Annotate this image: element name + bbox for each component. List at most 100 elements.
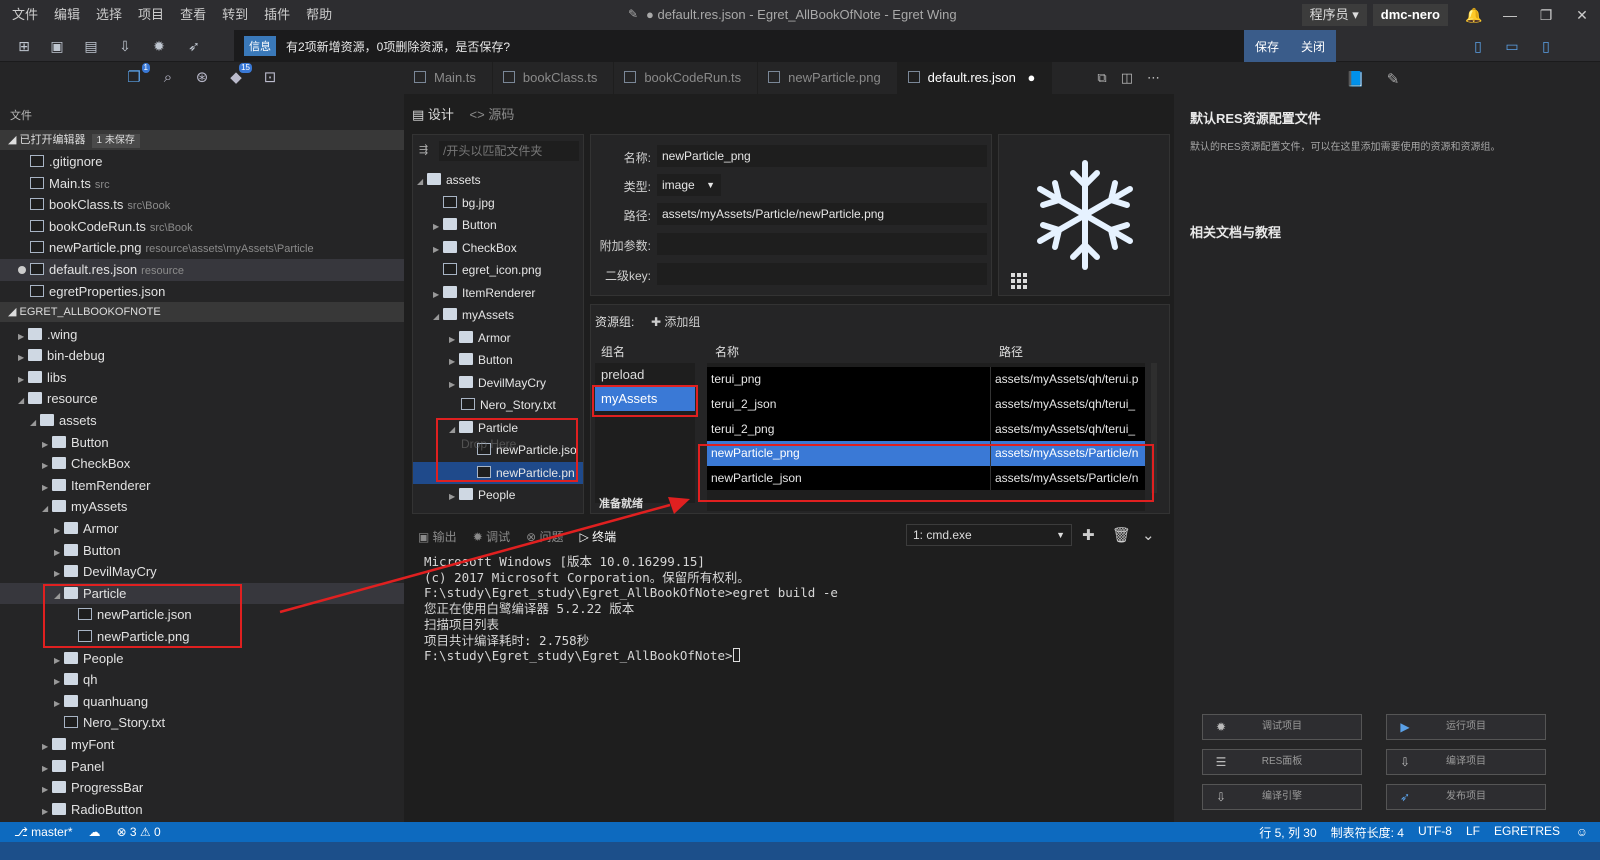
group-item-preload[interactable]: preload [595, 363, 695, 387]
debug-project-button[interactable]: ✹ 调试项目 [1202, 714, 1362, 740]
minimize-icon[interactable]: — [1492, 7, 1528, 23]
restore-icon[interactable]: ❐ [1528, 7, 1564, 24]
tree-item[interactable]: ▶ qh [0, 669, 404, 691]
sync-icon[interactable]: ☁ [89, 825, 101, 839]
source-tab[interactable]: <> 源码 [470, 107, 515, 122]
tab-bookclass[interactable]: bookClass.ts [493, 62, 615, 94]
name-field[interactable]: newParticle_png [657, 145, 987, 167]
build-icon[interactable]: ⇩ [115, 36, 135, 56]
open-file-main[interactable]: Main.ts src [0, 173, 404, 195]
tree-item[interactable]: ▶ quanhuang [0, 691, 404, 713]
ft-item[interactable]: ◢ assets [413, 169, 583, 192]
line-ending[interactable]: LF [1466, 824, 1480, 841]
save-icon[interactable]: ▣ [47, 36, 67, 56]
terminal-output[interactable]: Microsoft Windows [版本 10.0.16299.15] (c) … [424, 554, 838, 664]
layout-right-icon[interactable]: ▯ [1536, 36, 1556, 56]
branch-indicator[interactable]: ⎇ master* [14, 825, 73, 839]
tree-item[interactable]: ▶ Button [0, 540, 404, 562]
tree-item[interactable]: ▶ People [0, 648, 404, 670]
extra-field[interactable] [657, 233, 987, 255]
save-all-icon[interactable]: ▤ [81, 36, 101, 56]
tree-item[interactable]: ◢ myAssets [0, 496, 404, 518]
ft-item[interactable]: ▶ People [413, 484, 583, 507]
ft-item[interactable]: ▶ Button [413, 349, 583, 372]
open-changes-icon[interactable]: ⧉ [1097, 70, 1106, 86]
open-file-default-res[interactable]: default.res.json resource [0, 259, 404, 281]
user-button[interactable]: dmc-nero [1372, 4, 1448, 26]
save-button[interactable]: 保存 [1244, 38, 1290, 55]
extensions-icon[interactable]: ◆ 15 [226, 63, 252, 88]
tree-item-particle[interactable]: ◢ Particle [0, 582, 404, 605]
design-tab[interactable]: ▤ 设计 [412, 107, 454, 122]
open-editors-header[interactable]: ◢ 已打开编辑器 1 未保存 [0, 130, 404, 150]
ft-item[interactable]: egret_icon.png [413, 259, 583, 282]
menu-file[interactable]: 文件 [4, 0, 46, 30]
language-mode[interactable]: EGRETRES [1494, 824, 1560, 841]
path-field[interactable]: assets/myAssets/Particle/newParticle.png [657, 203, 987, 225]
layout-left-icon[interactable]: ▯ [1468, 36, 1488, 56]
explorer-icon[interactable]: ❐ 1 [124, 63, 150, 88]
ft-item[interactable]: ▶ ItemRenderer [413, 282, 583, 305]
tree-item[interactable]: newParticle.png [0, 626, 404, 648]
project-header[interactable]: ◢ EGRET_ALLBOOKOFNOTE [0, 302, 404, 322]
debug-panel-icon[interactable]: ⊡ [260, 68, 280, 88]
menu-goto[interactable]: 转到 [214, 0, 256, 30]
tree-item[interactable]: Nero_Story.txt [0, 712, 404, 734]
subkey-field[interactable] [657, 263, 987, 285]
tab-bookcoderun[interactable]: bookCodeRun.ts [614, 62, 759, 94]
group-item-myassets[interactable]: myAssets [595, 387, 695, 411]
encoding[interactable]: UTF-8 [1418, 824, 1452, 841]
table-row[interactable]: terui_2_png assets/myAssets/qh/terui_ [707, 416, 1145, 441]
feedback-icon[interactable]: ☺ [1576, 825, 1588, 839]
close-button[interactable]: 关闭 [1290, 38, 1336, 55]
ft-item[interactable]: Nero_Story.txt [413, 394, 583, 417]
close-icon[interactable]: ✕ [1564, 7, 1600, 24]
book-icon[interactable]: 📘 [1346, 70, 1365, 88]
terminal-select[interactable]: 1: cmd.exe ▼ [906, 524, 1072, 546]
tree-item[interactable]: ◢ resource [0, 388, 404, 410]
open-file-gitignore[interactable]: .gitignore [0, 151, 404, 173]
tree-item[interactable]: ▶ myFont [0, 734, 404, 756]
ft-item[interactable]: bg.jpg [413, 192, 583, 215]
tree-item[interactable]: ▶ Button [0, 432, 404, 454]
table-row[interactable]: newParticle_json assets/myAssets/Particle… [707, 465, 1145, 490]
feather-icon[interactable]: ✎ [1387, 70, 1400, 88]
tab-default-res[interactable]: default.res.json ● [897, 62, 1053, 94]
layout-bottom-icon[interactable]: ▭ [1502, 36, 1522, 56]
cursor-position[interactable]: 行 5, 列 30 [1259, 824, 1316, 841]
tree-item[interactable]: ◢ assets [0, 410, 404, 432]
ft-item[interactable]: ▶ Button [413, 214, 583, 237]
debug-tab[interactable]: ✹ 调试 [473, 528, 510, 545]
run-project-button[interactable]: ▶ 运行项目 [1386, 714, 1546, 740]
res-panel-button[interactable]: ☰ RES面板 [1202, 749, 1362, 775]
tree-item[interactable]: ▶ Panel [0, 756, 404, 778]
menu-select[interactable]: 选择 [88, 0, 130, 30]
menu-project[interactable]: 项目 [130, 0, 172, 30]
problems-tab[interactable]: ⊗ 问题 [526, 528, 563, 545]
tree-item[interactable]: ▶ .wing [0, 324, 404, 346]
folder-filter-input[interactable]: /开头以匹配文件夹 [439, 141, 579, 161]
add-group-button[interactable]: ✚ 添加组 [651, 313, 700, 330]
ft-item[interactable]: ▶ DevilMayCry [413, 372, 583, 395]
problems-indicator[interactable]: ⊗ 3 ⚠ 0 [117, 825, 161, 839]
tree-item[interactable]: ▶ ProgressBar [0, 777, 404, 799]
tree-item[interactable]: ▶ Armor [0, 518, 404, 540]
output-tab[interactable]: ▣ 输出 [418, 528, 457, 545]
open-file-bookclass[interactable]: bookClass.ts src\Book [0, 194, 404, 216]
publish-project-button[interactable]: ➶ 发布项目 [1386, 784, 1546, 810]
trash-icon[interactable]: 🗑 [1112, 526, 1131, 544]
tree-item[interactable]: newParticle.json [0, 604, 404, 626]
tree-item[interactable]: ▶ CheckBox [0, 453, 404, 475]
ft-item-selected[interactable]: newParticle.pn [413, 461, 583, 484]
tree-item[interactable]: ▶ RadioButton [0, 799, 404, 821]
search-icon[interactable]: ⌕ [158, 68, 178, 88]
build-project-button[interactable]: ⇩ 编译项目 [1386, 749, 1546, 775]
add-terminal-icon[interactable]: ✚ [1082, 526, 1095, 544]
ft-item[interactable]: ◢ myAssets [413, 304, 583, 327]
ft-item[interactable]: ▶ CheckBox [413, 237, 583, 260]
type-select[interactable]: image ▼ [657, 174, 721, 196]
terminal-tab[interactable]: ▷ 终端 [580, 528, 617, 545]
tab-size[interactable]: 制表符长度: 4 [1331, 824, 1404, 841]
menu-plugins[interactable]: 插件 [256, 0, 298, 30]
open-file-bookcoderun[interactable]: bookCodeRun.ts src\Book [0, 216, 404, 238]
